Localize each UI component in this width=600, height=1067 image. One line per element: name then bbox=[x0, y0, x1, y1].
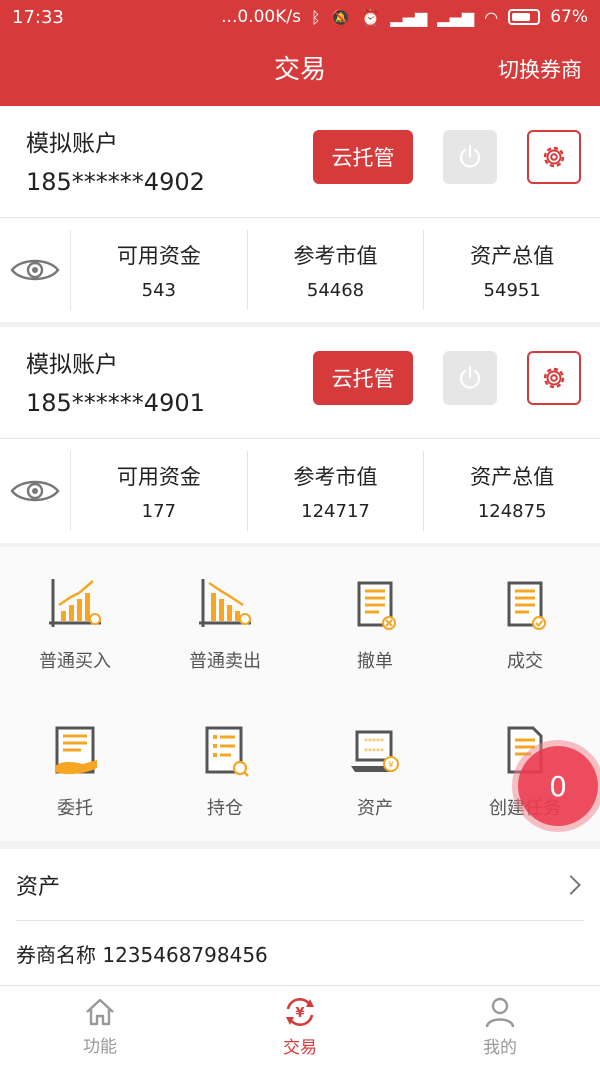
settings-button[interactable] bbox=[527, 130, 581, 184]
menu-deal[interactable]: 成交 bbox=[450, 547, 600, 694]
power-button[interactable] bbox=[443, 130, 497, 184]
menu-label: 资产 bbox=[357, 798, 393, 819]
tab-label: 功能 bbox=[83, 1037, 117, 1057]
stat-market-value: 参考市值 54468 bbox=[246, 230, 424, 310]
account-stats: 可用资金 177 参考市值 124717 资产总值 124875 bbox=[0, 439, 600, 543]
menu-cancel-order[interactable]: 撤单 bbox=[300, 547, 450, 694]
power-icon bbox=[459, 144, 481, 168]
stat-value: 54468 bbox=[306, 279, 365, 301]
menu-label: 普通卖出 bbox=[189, 651, 261, 672]
eye-icon bbox=[10, 259, 60, 281]
account-number: 185******4902 bbox=[26, 168, 205, 196]
tab-label: 我的 bbox=[483, 1038, 517, 1058]
stat-available-funds: 可用资金 177 bbox=[70, 451, 247, 531]
menu-label: 持仓 bbox=[207, 798, 243, 819]
home-icon bbox=[86, 998, 114, 1026]
menu-position[interactable]: 持仓 bbox=[150, 694, 300, 841]
floating-task-badge[interactable]: 0 bbox=[518, 746, 598, 826]
toggle-visibility-button[interactable] bbox=[0, 439, 70, 543]
account-card: 模拟账户 185******4902 云托管 可用资金 543 参考市值 544… bbox=[0, 106, 600, 322]
entrust-icon bbox=[55, 726, 97, 775]
power-icon bbox=[459, 365, 481, 389]
switch-broker-button[interactable]: 切换券商 bbox=[498, 34, 582, 106]
cloud-custody-button[interactable]: 云托管 bbox=[313, 351, 413, 405]
signal-icon: ▂▄▆ bbox=[437, 7, 475, 27]
account-name: 模拟账户 bbox=[26, 131, 118, 157]
menu-asset[interactable]: ***** ***** ¥ 资产 bbox=[300, 694, 450, 841]
svg-text:*****: ***** bbox=[364, 747, 384, 756]
bottom-tab-bar: 功能 ¥ 交易 我的 bbox=[0, 985, 600, 1067]
stat-value: 54951 bbox=[483, 279, 541, 301]
menu-entrust[interactable]: 委托 bbox=[0, 694, 150, 841]
stat-value: 124717 bbox=[301, 500, 370, 522]
stat-market-value: 参考市值 124717 bbox=[246, 451, 424, 531]
cancel-order-icon bbox=[357, 581, 396, 630]
wifi-icon: ◠ bbox=[484, 7, 499, 27]
stat-label: 参考市值 bbox=[293, 243, 378, 268]
svg-text:¥: ¥ bbox=[295, 1006, 304, 1021]
status-time: 17:33 bbox=[12, 6, 64, 28]
tab-function[interactable]: 功能 bbox=[0, 986, 200, 1067]
stat-label: 资产总值 bbox=[470, 464, 555, 489]
battery-level: 67% bbox=[550, 7, 588, 27]
account-number: 185******4901 bbox=[26, 389, 205, 417]
menu-label: 撤单 bbox=[357, 651, 393, 672]
chart-down-icon bbox=[199, 579, 251, 627]
menu-buy[interactable]: 普通买入 bbox=[0, 547, 150, 694]
stat-label: 参考市值 bbox=[293, 464, 378, 489]
status-bar: 17:33 ...0.00K/s ᛒ 🔕 ⏰ ▂▄▆ ▂▄▆ ◠ 67% bbox=[0, 0, 600, 34]
account-card: 模拟账户 185******4901 云托管 可用资金 177 参考市值 124… bbox=[0, 327, 600, 543]
user-icon bbox=[485, 997, 515, 1028]
stat-available-funds: 可用资金 543 bbox=[70, 230, 247, 310]
gear-icon bbox=[543, 146, 565, 168]
assets-panel: 资产 券商名称 1235468798456 bbox=[0, 849, 600, 985]
status-indicators: ...0.00K/s ᛒ 🔕 ⏰ ▂▄▆ ▂▄▆ ◠ 67% bbox=[221, 7, 588, 27]
svg-text:*****: ***** bbox=[364, 737, 384, 746]
tab-mine[interactable]: 我的 bbox=[400, 986, 600, 1067]
chevron-right-icon bbox=[561, 874, 581, 895]
position-icon bbox=[205, 726, 249, 777]
chart-up-icon bbox=[49, 579, 101, 627]
menu-label: 委托 bbox=[57, 798, 93, 819]
gear-icon bbox=[543, 367, 565, 389]
broker-name: 券商名称 1235468798456 bbox=[16, 942, 268, 967]
menu-label: 普通买入 bbox=[39, 651, 111, 672]
account-header: 模拟账户 185******4901 云托管 bbox=[0, 327, 600, 439]
stat-value: 124875 bbox=[477, 500, 547, 522]
network-speed: ...0.00K/s bbox=[221, 7, 301, 27]
power-button[interactable] bbox=[443, 351, 497, 405]
alarm-icon: ⏰ bbox=[360, 7, 381, 27]
stat-value: 177 bbox=[141, 500, 177, 522]
stat-value: 543 bbox=[141, 279, 177, 301]
eye-icon bbox=[10, 480, 60, 502]
assets-row[interactable]: 资产 bbox=[16, 849, 584, 921]
tab-trade[interactable]: ¥ 交易 bbox=[200, 986, 400, 1067]
stat-total-assets: 资产总值 54951 bbox=[423, 230, 600, 310]
account-stats: 可用资金 543 参考市值 54468 资产总值 54951 bbox=[0, 218, 600, 322]
settings-button[interactable] bbox=[527, 351, 581, 405]
trade-icon: ¥ bbox=[286, 998, 314, 1026]
stat-total-assets: 资产总值 124875 bbox=[423, 451, 600, 531]
nav-bar: 交易 切换券商 bbox=[0, 34, 600, 106]
menu-sell[interactable]: 普通卖出 bbox=[150, 547, 300, 694]
deal-icon bbox=[507, 581, 546, 630]
toggle-visibility-button[interactable] bbox=[0, 218, 70, 322]
assets-title: 资产 bbox=[16, 874, 61, 900]
stat-label: 可用资金 bbox=[116, 464, 201, 489]
svg-text:¥: ¥ bbox=[388, 761, 394, 771]
tab-label: 交易 bbox=[283, 1038, 317, 1058]
account-header: 模拟账户 185******4902 云托管 bbox=[0, 106, 600, 218]
stat-label: 资产总值 bbox=[470, 243, 555, 268]
bluetooth-icon: ᛒ bbox=[310, 7, 321, 27]
mute-icon: 🔕 bbox=[330, 7, 351, 27]
signal-icon: ▂▄▆ bbox=[390, 7, 428, 27]
function-grid: 普通买入 普通卖出 撤单 成交 委托 持仓 ***** ***** ¥ 资产 bbox=[0, 547, 600, 841]
asset-icon: ***** ***** ¥ bbox=[351, 730, 399, 772]
battery-icon bbox=[508, 9, 541, 25]
stat-label: 可用资金 bbox=[116, 243, 201, 268]
cloud-custody-button[interactable]: 云托管 bbox=[313, 130, 413, 184]
menu-label: 成交 bbox=[507, 651, 543, 672]
account-name: 模拟账户 bbox=[26, 352, 118, 378]
